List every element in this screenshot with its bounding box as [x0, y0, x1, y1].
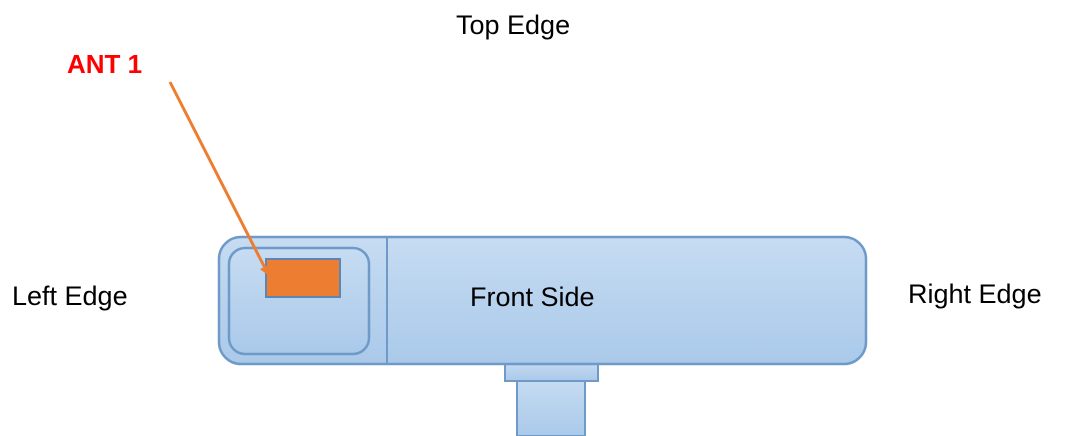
antenna-label: ANT 1	[67, 49, 143, 79]
device-diagram	[168, 81, 868, 436]
antenna-block	[265, 258, 341, 298]
antenna-arrow	[168, 81, 270, 276]
right-edge-label: Right Edge	[908, 279, 1042, 309]
stand-stem	[516, 379, 586, 436]
top-edge-label: Top Edge	[456, 10, 571, 40]
left-edge-label: Left Edge	[12, 281, 128, 311]
front-side-label: Front Side	[470, 282, 595, 312]
